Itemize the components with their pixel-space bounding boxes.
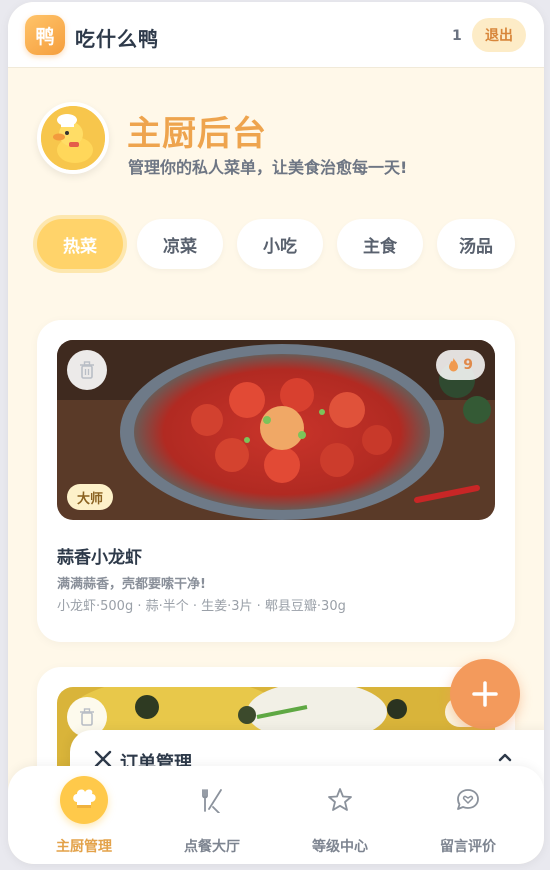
message-heart-icon	[457, 789, 479, 810]
nav-item-chef-admin[interactable]: 主厨管理	[24, 766, 144, 864]
page-title: 主厨后台	[127, 114, 267, 154]
crayfish-image	[57, 340, 495, 520]
trash-icon	[80, 361, 94, 379]
dish-description: 满满蒜香，壳都要嗦干净!	[57, 577, 206, 592]
category-tabs: 热菜 凉菜 小吃 主食 汤品	[37, 219, 537, 271]
add-dish-button[interactable]	[450, 659, 520, 729]
chef-avatar	[37, 102, 109, 174]
tab-cold-dishes[interactable]: 凉菜	[137, 219, 223, 269]
spice-level-value: 9	[463, 357, 473, 373]
chef-hat-icon	[73, 789, 96, 808]
duck-chef-icon	[41, 106, 105, 170]
nav-item-dining-hall[interactable]: 点餐大厅	[152, 766, 272, 864]
page-subtitle: 管理你的私人菜单，让美食治愈每一天!	[128, 158, 408, 177]
difficulty-badge: 大师	[67, 484, 114, 510]
nav-icon-wrap	[316, 776, 364, 824]
dish-photo: 9 大师	[57, 340, 495, 520]
plus-icon	[472, 681, 498, 707]
dish-card[interactable]: 9 大师 蒜香小龙虾 满满蒜香，壳都要嗦干净! 小龙虾·500g · 蒜·半个 …	[37, 320, 515, 642]
app-title: 吃什么鸭	[75, 27, 159, 51]
nav-item-reviews[interactable]: 留言评价	[408, 766, 528, 864]
chevron-up-icon[interactable]	[498, 752, 512, 762]
nav-label: 点餐大厅	[184, 839, 240, 855]
dish-ingredients: 小龙虾·500g · 蒜·半个 · 生姜·3片 · 郫县豆瓣·30g	[57, 599, 346, 614]
logout-button[interactable]: 退出	[472, 18, 526, 52]
nav-icon-wrap	[60, 776, 108, 824]
star-icon	[328, 788, 352, 811]
nav-icon-wrap	[188, 776, 236, 824]
top-bar: 鸭 吃什么鸭 1 退出	[8, 2, 544, 68]
nav-label: 留言评价	[440, 839, 496, 855]
tab-snacks[interactable]: 小吃	[237, 219, 323, 269]
nav-label: 主厨管理	[56, 839, 112, 855]
app-logo: 鸭	[25, 15, 65, 55]
nav-icon-wrap	[444, 776, 492, 824]
spice-level-badge: 9	[436, 350, 485, 380]
delete-dish-button[interactable]	[67, 350, 107, 390]
dish-name: 蒜香小龙虾	[57, 548, 142, 568]
trash-icon	[80, 708, 94, 726]
utensils-icon	[202, 789, 222, 813]
nav-item-level-center[interactable]: 等级中心	[280, 766, 400, 864]
bottom-nav: 主厨管理 点餐大厅 等级中心 留言评价	[8, 766, 544, 864]
flame-icon	[449, 358, 459, 372]
tab-soup[interactable]: 汤品	[437, 219, 515, 269]
tab-hot-dishes[interactable]: 热菜	[37, 219, 123, 269]
user-count: 1	[452, 28, 462, 44]
app-frame: 鸭 吃什么鸭 1 退出 主厨后台 管理你的私人菜单，让美食治愈每一天! 热菜 凉…	[8, 2, 544, 864]
tab-staple[interactable]: 主食	[337, 219, 423, 269]
nav-label: 等级中心	[312, 839, 368, 855]
